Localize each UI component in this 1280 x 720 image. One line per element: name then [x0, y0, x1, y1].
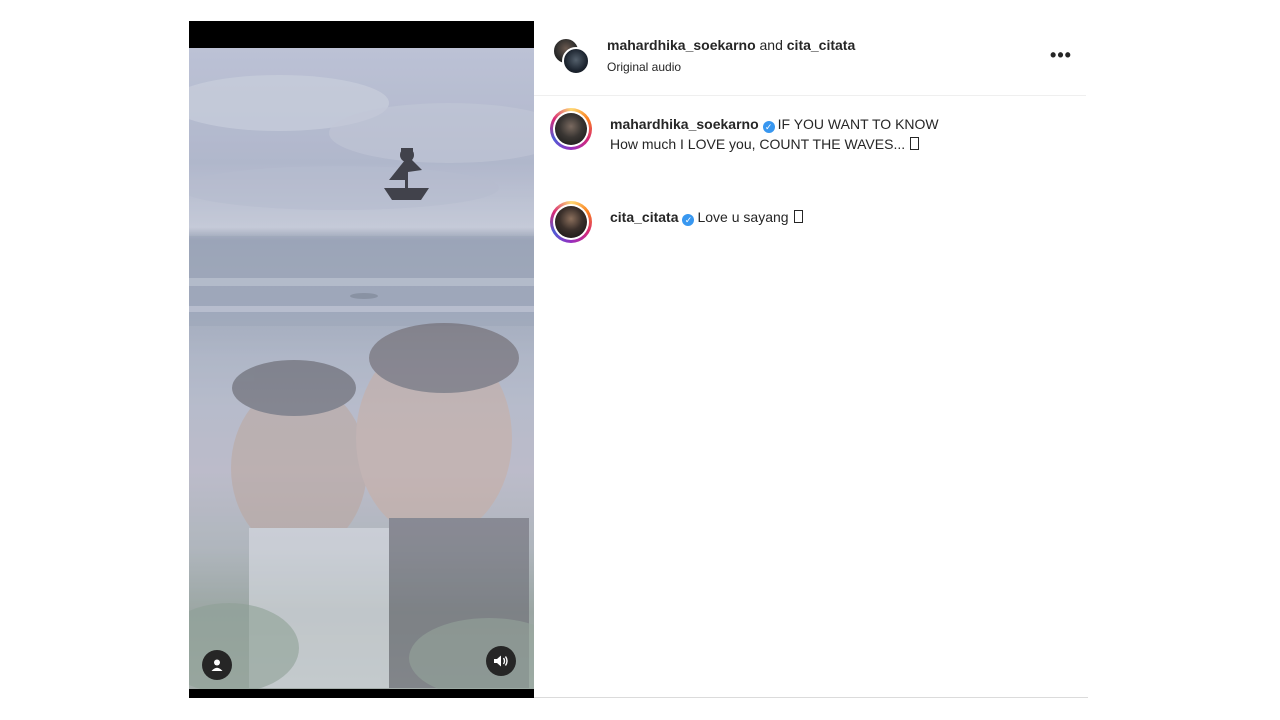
missing-emoji-glyph-icon [793, 210, 803, 223]
collab-avatars[interactable] [552, 37, 592, 77]
caption-line-1: IF YOU WANT TO KNOW [777, 116, 939, 132]
story-ring[interactable] [550, 201, 592, 243]
comment-username-link[interactable]: mahardhika_soekarno [610, 116, 759, 132]
audio-link[interactable]: Original audio [607, 60, 681, 74]
reel-video-frame[interactable] [189, 48, 534, 689]
tagged-people-button[interactable] [202, 650, 232, 680]
instagram-post-view: mahardhika_soekarno and cita_citata Orig… [0, 0, 1280, 720]
avatar[interactable] [555, 206, 587, 238]
author-secondary-link[interactable]: cita_citata [787, 37, 855, 53]
story-ring[interactable] [550, 108, 592, 150]
comment-line-1: Love u sayang [697, 209, 789, 225]
post-info-panel: mahardhika_soekarno and cita_citata Orig… [534, 21, 1088, 698]
verified-badge-icon: ✓ [762, 121, 775, 133]
author-joiner: and [759, 37, 783, 53]
person-tag-icon [211, 659, 223, 671]
caption-line-2: How much I LOVE you, COUNT THE WAVES... [610, 136, 906, 152]
more-options-button[interactable]: ••• [1048, 45, 1074, 65]
author-primary-link[interactable]: mahardhika_soekarno [607, 37, 756, 53]
verified-badge-icon: ✓ [682, 214, 695, 226]
reel-video-player[interactable] [189, 21, 534, 698]
speaker-icon [494, 655, 508, 667]
missing-emoji-glyph-icon [910, 137, 920, 150]
caption-text: mahardhika_soekarno ✓ IF YOU WANT TO KNOW … [610, 114, 1050, 154]
post-header: mahardhika_soekarno and cita_citata Orig… [534, 21, 1086, 96]
comment-username-link[interactable]: cita_citata [610, 209, 678, 225]
avatar-cita[interactable] [562, 47, 590, 75]
comment-text: cita_citata ✓ Love u sayang [610, 207, 1050, 227]
audio-toggle-button[interactable] [486, 646, 516, 676]
panel-divider [534, 697, 1088, 698]
avatar[interactable] [555, 113, 587, 145]
reel-video-still [189, 48, 534, 689]
post-authors: mahardhika_soekarno and cita_citata [607, 37, 855, 53]
